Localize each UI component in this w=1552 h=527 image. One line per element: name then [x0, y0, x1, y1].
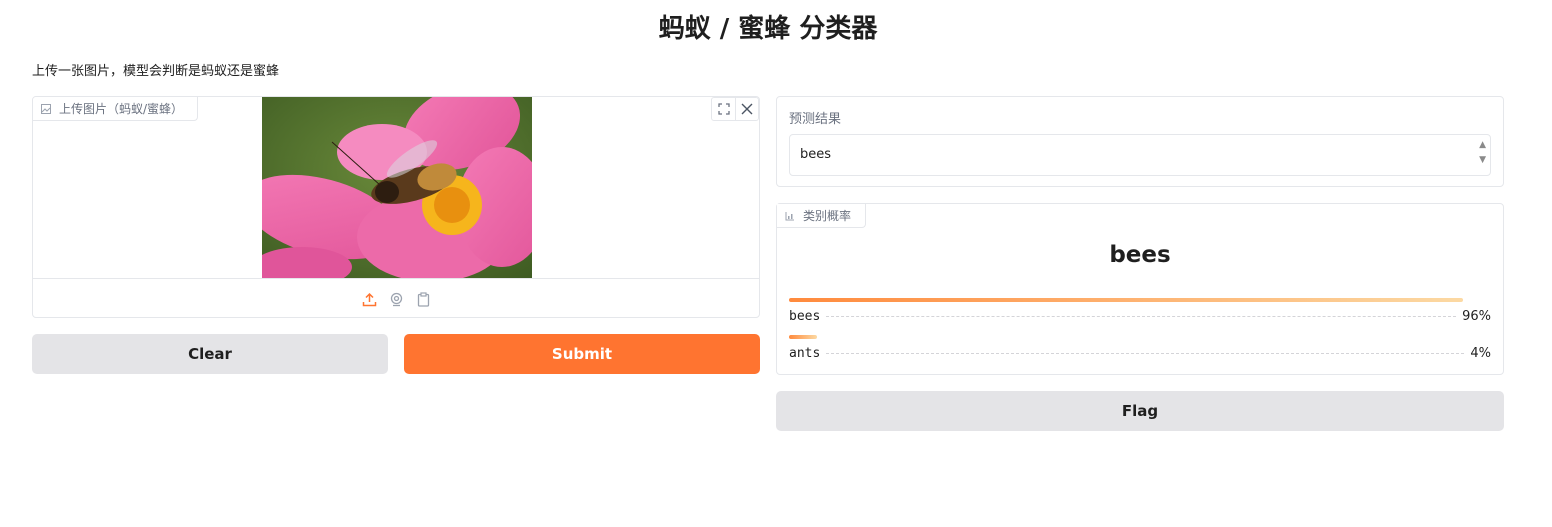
- prediction-output-field[interactable]: bees ▲ ▼: [789, 134, 1491, 176]
- confidence-row-ants[interactable]: ants 4%: [789, 335, 1491, 361]
- prediction-label: 预测结果: [789, 112, 842, 127]
- clipboard-source-button[interactable]: [415, 291, 432, 308]
- close-icon: [741, 103, 753, 115]
- prediction-panel: 预测结果 bees ▲ ▼: [776, 96, 1504, 187]
- dotted-leader: [826, 316, 1457, 317]
- upload-source-button[interactable]: [361, 291, 378, 308]
- page-title: 蚂蚁 / 蜜蜂 分类器: [658, 14, 878, 44]
- confidence-class-name: bees: [789, 309, 821, 324]
- uploaded-image-preview: [262, 97, 532, 278]
- class-probabilities-label-tab: 类别概率: [777, 204, 867, 228]
- prediction-value: bees: [800, 147, 832, 162]
- bee-on-flower-image: [262, 97, 532, 278]
- image-source-selector: [33, 278, 759, 317]
- fullscreen-button[interactable]: [712, 98, 735, 120]
- class-probabilities-panel: 类别概率 bees bees 96% ants 4%: [776, 203, 1504, 375]
- image-input-label-tab: 上传图片（蚂蚁/蜜蜂）: [33, 97, 199, 121]
- bar-chart-icon: [785, 211, 794, 220]
- confidence-bar: [789, 335, 818, 339]
- page-description: 上传一张图片，模型会判断是蚂蚁还是蜜蜂: [32, 64, 280, 79]
- confidence-bar: [789, 298, 1463, 302]
- image-input-panel[interactable]: 上传图片（蚂蚁/蜜蜂）: [32, 96, 760, 318]
- confidence-percent: 96%: [1462, 309, 1491, 324]
- scroll-up-icon[interactable]: ▲: [1479, 141, 1486, 150]
- confidence-class-name: ants: [789, 346, 821, 361]
- dotted-leader: [826, 353, 1465, 354]
- class-probabilities-label: 类别概率: [803, 209, 852, 223]
- confidence-row-bees[interactable]: bees 96%: [789, 298, 1491, 324]
- scroll-down-icon[interactable]: ▼: [1479, 156, 1486, 165]
- image-input-label: 上传图片（蚂蚁/蜜蜂）: [59, 102, 184, 116]
- upload-icon: [362, 292, 376, 306]
- remove-image-button[interactable]: [735, 98, 758, 120]
- scroll-spinner[interactable]: ▲ ▼: [1479, 141, 1486, 165]
- webcam-icon: [390, 292, 402, 306]
- top-class-label: bees: [1109, 242, 1171, 268]
- clear-button[interactable]: Clear: [32, 334, 388, 374]
- submit-button[interactable]: Submit: [404, 334, 760, 374]
- image-icon: [41, 103, 51, 114]
- image-toolbar: [711, 97, 759, 121]
- clipboard-icon: [417, 291, 429, 307]
- webcam-source-button[interactable]: [388, 291, 405, 308]
- flag-button[interactable]: Flag: [776, 391, 1504, 431]
- confidence-percent: 4%: [1470, 346, 1491, 361]
- fullscreen-icon: [717, 103, 730, 115]
